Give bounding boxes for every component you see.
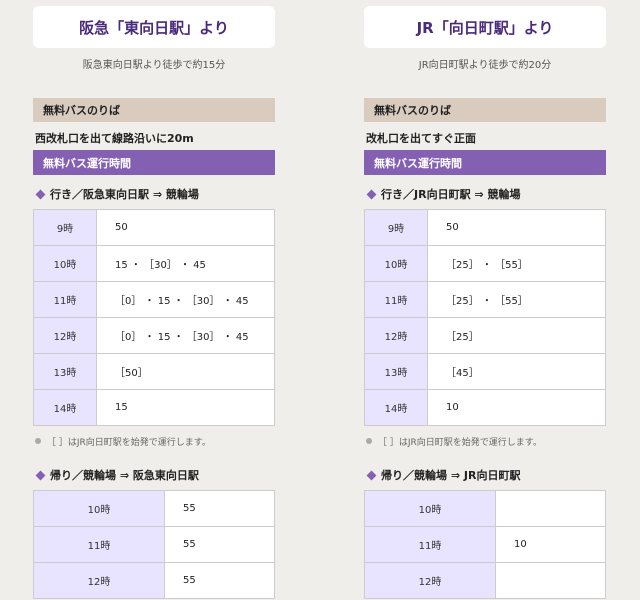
table-row: 12時 55 [33,562,275,599]
minutes-cell: 15 ・ ［30］ ・ 45 [96,245,275,282]
diamond-bullet-icon [366,189,377,199]
footnote: ［ ］はJR向日町駅を始発で運行します。 [364,434,606,448]
bus-stop-description: 改札口を出てすぐ正面 [366,132,476,145]
minutes-cell: ［45］ [427,353,606,390]
minutes-cell: ［0］ ・ 15 ・ ［30］ ・ 45 [96,281,275,318]
hour-cell: 12時 [364,317,428,354]
bus-stop-heading: 無料バスのりば [364,98,606,122]
table-row: 12時 [364,562,606,599]
route-label: 帰り／競輪場 ⇒ 阪急東向日駅 [50,469,199,482]
bus-stop-heading: 無料バスのりば [33,98,275,122]
table-row: 14時 15 [33,389,275,426]
table-row: 12時 ［25］ [364,317,606,354]
table-row: 13時 ［50］ [33,353,275,390]
minutes-cell: ［25］ ・ ［55］ [427,245,606,282]
hour-cell: 9時 [33,209,97,246]
minutes-cell: 10 [427,389,606,426]
minutes-cell: ［25］ ・ ［55］ [427,281,606,318]
hour-cell: 11時 [364,281,428,318]
hour-cell: 13時 [364,353,428,390]
minutes-cell [495,562,606,599]
route-label: 帰り／競輪場 ⇒ JR向日町駅 [381,469,521,482]
minutes-cell: ［25］ [427,317,606,354]
outbound-timetable: 9時 50 10時 ［25］ ・ ［55］ 11時 ［25］ ・ ［55］ 12時 ［2… [364,209,606,426]
hour-cell: 12時 [33,562,165,599]
diamond-bullet-icon [35,470,46,480]
table-row: 14時 10 [364,389,606,426]
hour-cell: 10時 [33,245,97,282]
hour-cell: 11時 [33,526,165,563]
hour-cell: 12時 [33,317,97,354]
diamond-bullet-icon [366,470,377,480]
hour-cell: 12時 [364,562,496,599]
table-row: 12時 ［0］ ・ 15 ・ ［30］ ・ 45 [33,317,275,354]
table-row: 9時 50 [33,209,275,246]
table-row: 11時 10 [364,526,606,563]
bus-stop-description: 西改札口を出て線路沿いに20m [35,132,194,145]
bus-hours-heading: 無料バス運行時間 [364,150,606,175]
minutes-cell: 50 [427,209,606,246]
route-label: 行き／阪急東向日駅 ⇒ 競輪場 [50,188,199,201]
hour-cell: 10時 [33,490,165,527]
minutes-cell: 15 [96,389,275,426]
hour-cell: 14時 [364,389,428,426]
table-row: 11時 55 [33,526,275,563]
minutes-cell: 55 [164,526,275,563]
hour-cell: 13時 [33,353,97,390]
table-row: 10時 55 [33,490,275,527]
hankyu-column: 阪急「東向日駅」より 阪急東向日駅より徒歩で約15分 無料バスのりば 西改札口を… [33,0,275,599]
return-route-title: 帰り／競輪場 ⇒ 阪急東向日駅 [33,466,275,484]
bullet-dot-icon [35,438,41,444]
footnote: ［ ］はJR向日町駅を始発で運行します。 [33,434,275,448]
station-title-card: JR「向日町駅」より [364,6,606,48]
table-row: 10時 15 ・ ［30］ ・ 45 [33,245,275,282]
diamond-bullet-icon [35,189,46,199]
station-title-card: 阪急「東向日駅」より [33,6,275,48]
hour-cell: 11時 [364,526,496,563]
hour-cell: 10時 [364,245,428,282]
minutes-cell [495,490,606,527]
minutes-cell: ［50］ [96,353,275,390]
hour-cell: 11時 [33,281,97,318]
bus-hours-heading: 無料バス運行時間 [33,150,275,175]
minutes-cell: 10 [495,526,606,563]
outbound-route-title: 行き／JR向日町駅 ⇒ 競輪場 [364,185,606,203]
table-row: 10時 [364,490,606,527]
minutes-cell: ［0］ ・ 15 ・ ［30］ ・ 45 [96,317,275,354]
hour-cell: 9時 [364,209,428,246]
bullet-dot-icon [366,438,372,444]
minutes-cell: 55 [164,562,275,599]
hour-cell: 14時 [33,389,97,426]
hour-cell: 10時 [364,490,496,527]
outbound-route-title: 行き／阪急東向日駅 ⇒ 競輪場 [33,185,275,203]
minutes-cell: 55 [164,490,275,527]
footnote-text: ［ ］はJR向日町駅を始発で運行します。 [378,437,542,448]
minutes-cell: 50 [96,209,275,246]
table-row: 11時 ［0］ ・ 15 ・ ［30］ ・ 45 [33,281,275,318]
outbound-timetable: 9時 50 10時 15 ・ ［30］ ・ 45 11時 ［0］ ・ 15 ・ ［30… [33,209,275,426]
walk-time-text: 阪急東向日駅より徒歩で約15分 [82,60,226,71]
table-row: 11時 ［25］ ・ ［55］ [364,281,606,318]
return-route-title: 帰り／競輪場 ⇒ JR向日町駅 [364,466,606,484]
jr-column: JR「向日町駅」より JR向日町駅より徒歩で約20分 無料バスのりば 改札口を出… [364,0,606,599]
walk-time-text: JR向日町駅より徒歩で約20分 [418,60,552,71]
return-timetable: 10時 11時 10 12時 [364,490,606,599]
footnote-text: ［ ］はJR向日町駅を始発で運行します。 [47,437,211,448]
table-row: 10時 ［25］ ・ ［55］ [364,245,606,282]
table-row: 13時 ［45］ [364,353,606,390]
table-row: 9時 50 [364,209,606,246]
route-label: 行き／JR向日町駅 ⇒ 競輪場 [381,188,521,201]
return-timetable: 10時 55 11時 55 12時 55 [33,490,275,599]
